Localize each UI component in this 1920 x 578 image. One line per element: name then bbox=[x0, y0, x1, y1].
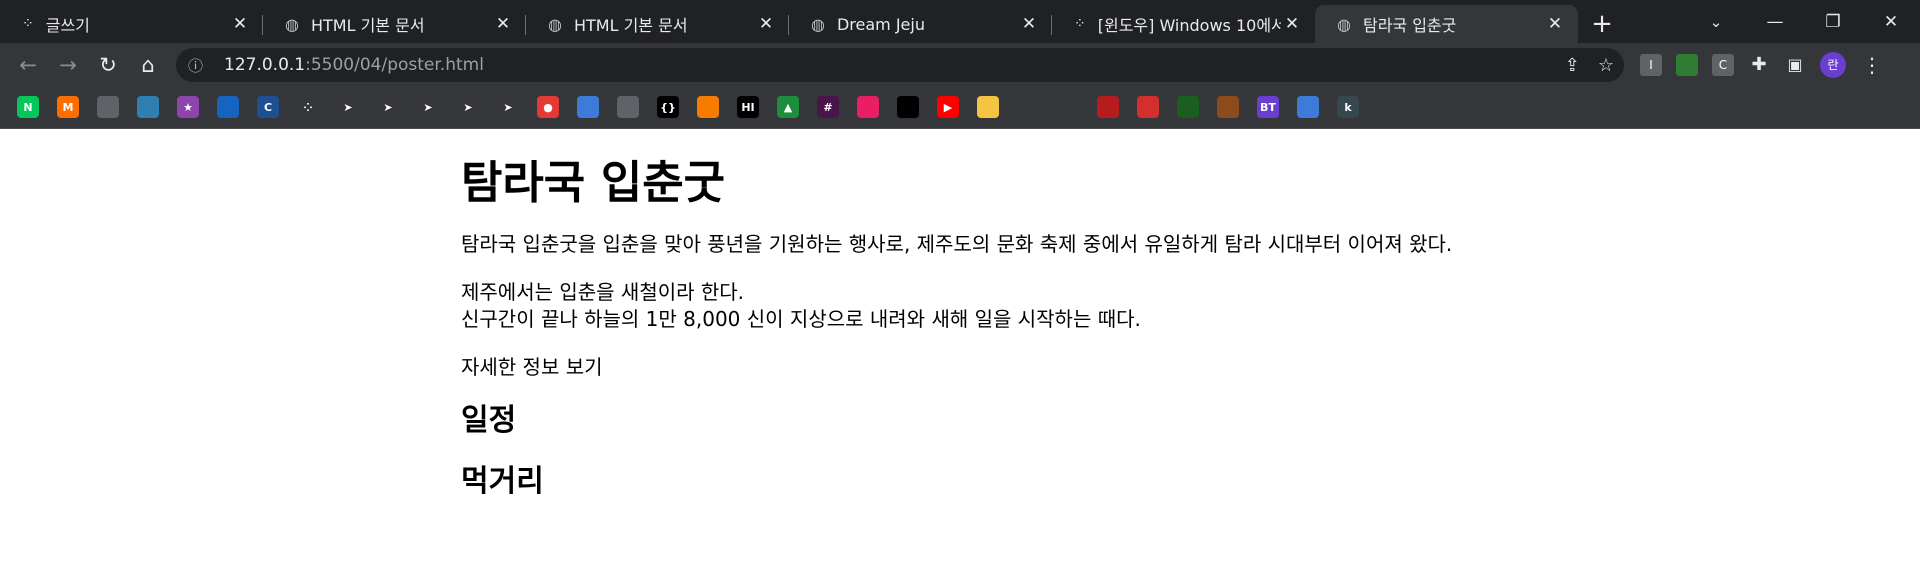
close-icon[interactable]: ✕ bbox=[755, 13, 777, 35]
tab-title: HTML 기본 문서 bbox=[310, 16, 425, 35]
tab-2[interactable]: ◍ HTML 기본 문서 ✕ bbox=[263, 5, 526, 43]
ipchun-paragraph: 제주에서는 입춘을 새철이라 한다. 신구간이 끝나 하늘의 1만 8,000 … bbox=[461, 279, 1461, 333]
tab-5[interactable]: ⁘ [윈도우] Windows 10에서 ✕ bbox=[1052, 5, 1315, 43]
page-content: 탐라국 입춘굿 탐라국 입춘굿을 입춘을 맞아 풍년을 기원하는 행사로, 제주… bbox=[461, 129, 1461, 500]
bookmark-12-icon[interactable]: ➤ bbox=[457, 96, 479, 118]
bookmark-6-icon[interactable] bbox=[217, 96, 239, 118]
tab-1[interactable]: ⁘ 글쓰기 ✕ bbox=[0, 5, 263, 43]
extension-c-icon[interactable]: C bbox=[1712, 53, 1734, 76]
page-title: 탐라국 입춘굿 bbox=[461, 156, 726, 209]
bookmark-31-icon[interactable] bbox=[1217, 96, 1239, 118]
bookmark-8-icon[interactable]: ⁘ bbox=[297, 96, 319, 118]
home-icon[interactable]: ⌂ bbox=[128, 47, 168, 83]
site-info-icon[interactable]: ⓘ bbox=[188, 55, 210, 76]
bookmark-9-icon[interactable]: ➤ bbox=[337, 96, 359, 118]
more-menu-icon[interactable]: ⋮ bbox=[1860, 53, 1884, 77]
extension-i-icon[interactable]: I bbox=[1640, 53, 1662, 76]
tab-search-chevron-icon[interactable]: ⌄ bbox=[1688, 0, 1744, 43]
globe-icon: ◍ bbox=[1337, 14, 1351, 34]
url-path: :5500/04/poster.html bbox=[305, 55, 484, 75]
tab-title: Dream Jeju bbox=[836, 14, 925, 34]
restore-icon[interactable]: ❐ bbox=[1804, 0, 1862, 43]
tab-4[interactable]: ◍ Dream Jeju ✕ bbox=[789, 5, 1052, 43]
window-close-icon[interactable]: ✕ bbox=[1862, 0, 1920, 43]
tab-3[interactable]: ◍ HTML 기본 문서 ✕ bbox=[526, 5, 789, 43]
profile-avatar[interactable]: 란 bbox=[1820, 51, 1846, 78]
bookmark-13-icon[interactable]: ➤ bbox=[497, 96, 519, 118]
puzzle-extensions-icon[interactable]: ✚ bbox=[1748, 54, 1770, 76]
bookmark-24-icon[interactable]: ▶ bbox=[937, 96, 959, 118]
bookmark-1-icon[interactable]: N bbox=[17, 96, 39, 118]
ipchun-line-2: 신구간이 끝나 하늘의 1만 8,000 신이 지상으로 내려와 새해 일을 시… bbox=[461, 307, 1141, 331]
bookmark-19-icon[interactable]: HI bbox=[737, 96, 759, 118]
bookmark-28-icon[interactable] bbox=[1097, 96, 1119, 118]
minimize-icon[interactable]: — bbox=[1746, 0, 1804, 43]
close-icon[interactable]: ✕ bbox=[1281, 13, 1303, 35]
close-icon[interactable]: ✕ bbox=[492, 13, 514, 35]
bookmark-29-icon[interactable] bbox=[1137, 96, 1159, 118]
reload-icon[interactable]: ↻ bbox=[88, 47, 128, 83]
bookmark-15-icon[interactable] bbox=[577, 96, 599, 118]
bookmark-21-icon[interactable]: # bbox=[817, 96, 839, 118]
bookmark-5-icon[interactable]: ★ bbox=[177, 96, 199, 118]
forward-arrow-icon[interactable]: → bbox=[48, 47, 88, 83]
bookmark-11-icon[interactable]: ➤ bbox=[417, 96, 439, 118]
globe-icon: ◍ bbox=[548, 14, 562, 34]
tab-title: 탐라국 입춘굿 bbox=[1362, 16, 1457, 35]
tistory-icon: ⁘ bbox=[1074, 16, 1086, 32]
ipchun-line-1: 제주에서는 입춘을 새철이라 한다. bbox=[461, 280, 745, 304]
new-tab-button[interactable]: + bbox=[1578, 5, 1626, 43]
bookmark-20-icon[interactable]: ▲ bbox=[777, 96, 799, 118]
bookmarks-bar: N M ★ C ⁘ ➤ ➤ ➤ ➤ ➤ ● {} HI ▲ # ▶ BT k bbox=[0, 86, 1920, 129]
browser-toolbar: ← → ↻ ⌂ ⓘ 127.0.0.1:5500/04/poster.html … bbox=[0, 43, 1920, 86]
bookmark-14-icon[interactable]: ● bbox=[537, 96, 559, 118]
tab-title: [윈도우] Windows 10에서 bbox=[1097, 16, 1281, 35]
bookmark-33-icon[interactable] bbox=[1297, 96, 1319, 118]
omnibox-actions: ⇪ ☆ bbox=[1565, 48, 1614, 82]
globe-icon: ◍ bbox=[811, 14, 825, 34]
bookmark-18-icon[interactable] bbox=[697, 96, 719, 118]
tistory-icon: ⁘ bbox=[22, 16, 34, 32]
bookmark-4-icon[interactable] bbox=[137, 96, 159, 118]
bookmark-10-icon[interactable]: ➤ bbox=[377, 96, 399, 118]
bookmark-27-icon[interactable] bbox=[1057, 96, 1079, 118]
bookmark-23-icon[interactable] bbox=[897, 96, 919, 118]
tab-title: HTML 기본 문서 bbox=[573, 16, 688, 35]
bookmark-3-icon[interactable] bbox=[97, 96, 119, 118]
url-host: 127.0.0.1 bbox=[224, 55, 306, 75]
extensions-area: I C ✚ ▣ 란 ⋮ bbox=[1640, 43, 1884, 86]
globe-icon: ◍ bbox=[285, 14, 299, 34]
url-text[interactable]: 127.0.0.1:5500/04/poster.html bbox=[224, 55, 484, 75]
bookmark-34-icon[interactable]: k bbox=[1337, 96, 1359, 118]
close-icon[interactable]: ✕ bbox=[1544, 13, 1566, 35]
bookmark-30-icon[interactable] bbox=[1177, 96, 1199, 118]
extension-green-icon[interactable] bbox=[1676, 53, 1698, 76]
details-link[interactable]: 자세한 정보 보기 bbox=[461, 354, 1461, 381]
schedule-heading: 일정 bbox=[461, 403, 517, 438]
tab-6-active[interactable]: ◍ 탐라국 입춘굿 ✕ bbox=[1315, 5, 1578, 43]
food-heading: 먹거리 bbox=[461, 464, 544, 499]
bookmark-26-icon[interactable] bbox=[1017, 96, 1039, 118]
bookmark-17-icon[interactable]: {} bbox=[657, 96, 679, 118]
intro-paragraph: 탐라국 입춘굿을 입춘을 맞아 풍년을 기원하는 행사로, 제주도의 문화 축제… bbox=[461, 232, 1453, 256]
bookmark-7-icon[interactable]: C bbox=[257, 96, 279, 118]
bookmark-25-icon[interactable] bbox=[977, 96, 999, 118]
close-icon[interactable]: ✕ bbox=[229, 13, 251, 35]
back-arrow-icon[interactable]: ← bbox=[8, 47, 48, 83]
address-bar[interactable]: ⓘ 127.0.0.1:5500/04/poster.html ⇪ ☆ bbox=[176, 48, 1624, 82]
bookmark-star-icon[interactable]: ☆ bbox=[1598, 55, 1614, 76]
side-panel-icon[interactable]: ▣ bbox=[1784, 54, 1806, 76]
bookmark-16-icon[interactable] bbox=[617, 96, 639, 118]
share-icon[interactable]: ⇪ bbox=[1565, 55, 1580, 76]
bookmark-2-icon[interactable]: M bbox=[57, 96, 79, 118]
tab-strip: ⁘ 글쓰기 ✕ ◍ HTML 기본 문서 ✕ ◍ HTML 기본 문서 ✕ ◍ … bbox=[0, 0, 1920, 43]
bookmark-32-icon[interactable]: BT bbox=[1257, 96, 1279, 118]
window-controls: — ❐ ✕ bbox=[1746, 0, 1920, 43]
tab-title: 글쓰기 bbox=[45, 16, 90, 35]
bookmark-22-icon[interactable] bbox=[857, 96, 879, 118]
close-icon[interactable]: ✕ bbox=[1018, 13, 1040, 35]
